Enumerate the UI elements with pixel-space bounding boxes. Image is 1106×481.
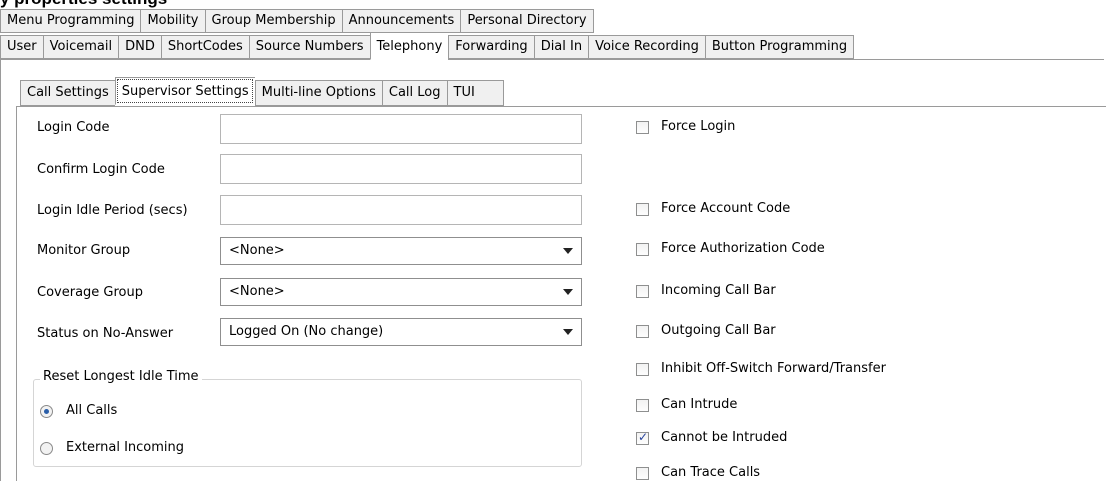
- chevron-down-icon: [563, 248, 573, 254]
- login-code-input[interactable]: [220, 114, 582, 144]
- tab-voice-recording[interactable]: Voice Recording: [588, 35, 705, 59]
- tab-voicemail[interactable]: Voicemail: [42, 35, 119, 59]
- external-incoming-radio[interactable]: [40, 442, 53, 455]
- monitor-group-select[interactable]: <None>: [220, 237, 582, 265]
- force-authorization-code-checkbox[interactable]: [636, 243, 649, 256]
- tab-group-membership[interactable]: Group Membership: [204, 9, 342, 33]
- confirm-login-code-input[interactable]: [220, 154, 582, 184]
- login-idle-period-input[interactable]: [220, 195, 582, 225]
- status-no-answer-select[interactable]: Logged On (No change): [220, 318, 582, 346]
- force-account-code-checkbox[interactable]: [636, 203, 649, 216]
- can-trace-calls-checkbox[interactable]: [636, 467, 649, 480]
- tab-forwarding[interactable]: Forwarding: [448, 35, 534, 59]
- cannot-be-intruded-checkbox[interactable]: [636, 430, 649, 445]
- monitor-group-label: Monitor Group: [37, 243, 131, 258]
- tab-mobility[interactable]: Mobility: [140, 9, 205, 33]
- subtab-tui[interactable]: TUI: [446, 80, 504, 106]
- subtab-call-settings[interactable]: Call Settings: [20, 80, 115, 106]
- can-intrude-checkbox[interactable]: [636, 399, 649, 412]
- status-no-answer-value: Logged On (No change): [229, 324, 384, 339]
- login-code-label: Login Code: [37, 120, 110, 135]
- chevron-down-icon: [563, 289, 573, 295]
- inhibit-off-switch-checkbox[interactable]: [636, 363, 649, 376]
- incoming-call-bar-label: Incoming Call Bar: [661, 283, 776, 298]
- login-idle-period-label: Login Idle Period (secs): [37, 203, 188, 218]
- force-authorization-code-label: Force Authorization Code: [661, 241, 825, 256]
- coverage-group-value: <None>: [229, 284, 285, 299]
- tab-telephony[interactable]: Telephony: [369, 32, 449, 60]
- window-title: y properties settings: [0, 0, 640, 9]
- incoming-call-bar-checkbox[interactable]: [636, 285, 649, 298]
- force-account-code-label: Force Account Code: [661, 201, 791, 216]
- all-calls-radio[interactable]: [40, 405, 53, 418]
- subtab-row: Call Settings Supervisor Settings Multi-…: [20, 77, 504, 106]
- external-incoming-label: External Incoming: [66, 440, 185, 455]
- tab-row-2: User Voicemail DND ShortCodes Source Num…: [0, 32, 855, 60]
- status-no-answer-label: Status on No-Answer: [37, 326, 174, 341]
- coverage-group-select[interactable]: <None>: [220, 278, 582, 306]
- tab-source-numbers[interactable]: Source Numbers: [248, 35, 370, 59]
- monitor-group-value: <None>: [229, 243, 285, 258]
- cannot-be-intruded-label: Cannot be Intruded: [661, 430, 788, 445]
- chevron-down-icon: [563, 329, 573, 335]
- can-intrude-label: Can Intrude: [661, 397, 738, 412]
- tab-personal-directory[interactable]: Personal Directory: [460, 9, 594, 33]
- subtab-multi-line-options[interactable]: Multi-line Options: [254, 80, 382, 106]
- reset-longest-idle-legend: Reset Longest Idle Time: [40, 369, 202, 384]
- outgoing-call-bar-label: Outgoing Call Bar: [661, 323, 776, 338]
- inhibit-off-switch-label: Inhibit Off-Switch Forward/Transfer: [661, 361, 886, 376]
- can-trace-calls-label: Can Trace Calls: [661, 465, 761, 480]
- subtab-call-log[interactable]: Call Log: [381, 80, 447, 106]
- force-login-label: Force Login: [661, 119, 736, 134]
- coverage-group-label: Coverage Group: [37, 285, 143, 300]
- outgoing-call-bar-checkbox[interactable]: [636, 325, 649, 338]
- tab-announcements[interactable]: Announcements: [341, 9, 461, 33]
- tab-dial-in[interactable]: Dial In: [533, 35, 589, 59]
- subtab-supervisor-settings[interactable]: Supervisor Settings: [114, 77, 255, 105]
- tab-button-programming[interactable]: Button Programming: [704, 35, 855, 59]
- tab-row-1: Menu Programming Mobility Group Membersh…: [0, 9, 594, 33]
- tab-dnd[interactable]: DND: [118, 35, 161, 59]
- force-login-checkbox[interactable]: [636, 121, 649, 134]
- tab-user[interactable]: User: [0, 35, 43, 59]
- confirm-login-code-label: Confirm Login Code: [37, 162, 165, 177]
- tab-menu-programming[interactable]: Menu Programming: [0, 9, 141, 33]
- tab-shortcodes[interactable]: ShortCodes: [160, 35, 249, 59]
- all-calls-label: All Calls: [66, 403, 118, 418]
